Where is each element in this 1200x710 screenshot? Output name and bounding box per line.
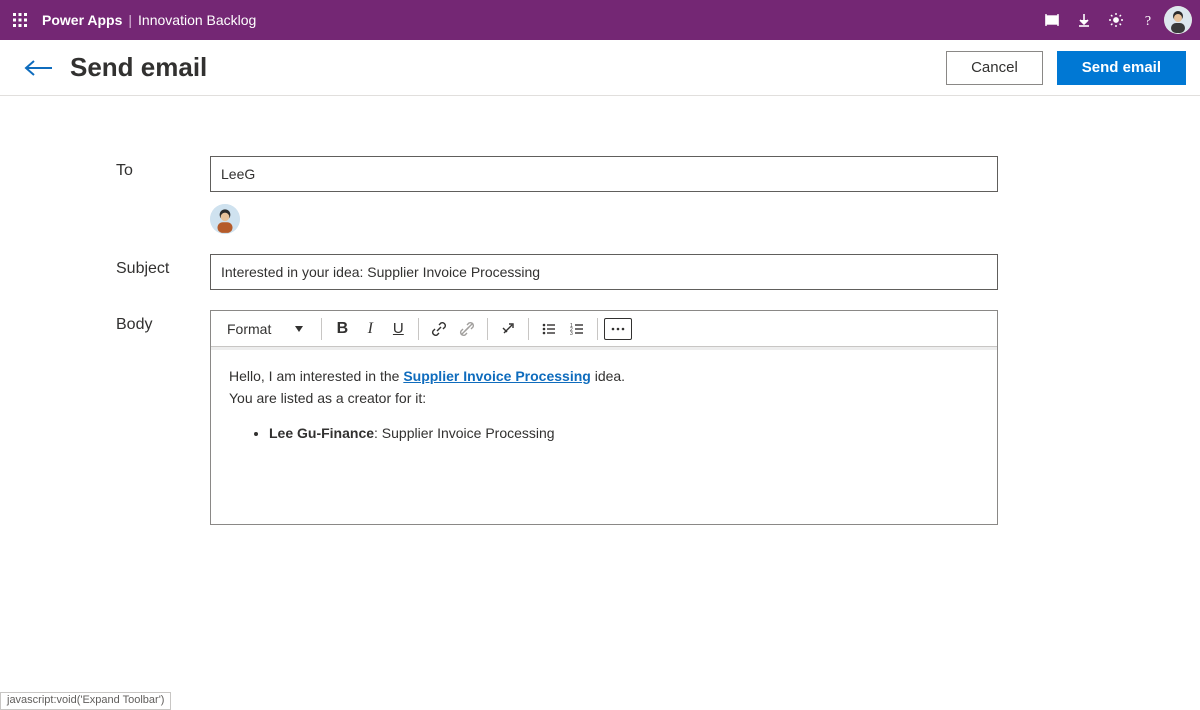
- user-avatar[interactable]: [1164, 6, 1192, 34]
- global-topbar: Power Apps | Innovation Backlog ?: [0, 0, 1200, 40]
- brand-separator: |: [128, 12, 132, 28]
- underline-icon[interactable]: U: [384, 315, 412, 343]
- gear-icon[interactable]: [1100, 4, 1132, 36]
- bulleted-list-icon[interactable]: [535, 315, 563, 343]
- download-icon[interactable]: [1068, 4, 1100, 36]
- page-header: Send email Cancel Send email: [0, 40, 1200, 96]
- body-bullet-creator: Lee Gu-Finance: [269, 425, 374, 441]
- link-icon[interactable]: [425, 315, 453, 343]
- back-arrow-icon[interactable]: [22, 51, 56, 85]
- help-icon[interactable]: ?: [1132, 4, 1164, 36]
- body-label: Body: [0, 310, 210, 334]
- to-input[interactable]: [210, 156, 998, 192]
- body-line1-post: idea.: [591, 368, 625, 384]
- recipient-chip-avatar[interactable]: [210, 204, 240, 234]
- body-bullet: Lee Gu-Finance: Supplier Invoice Process…: [269, 422, 979, 444]
- body-line1-pre: Hello, I am interested in the: [229, 368, 403, 384]
- bold-icon[interactable]: B: [328, 315, 356, 343]
- app-title[interactable]: Innovation Backlog: [138, 12, 256, 28]
- chevron-down-icon: [295, 326, 303, 332]
- rte-toolbar: Format B I U: [211, 311, 997, 347]
- body-bullet-rest: : Supplier Invoice Processing: [374, 425, 555, 441]
- send-email-button[interactable]: Send email: [1057, 51, 1186, 85]
- waffle-icon[interactable]: [8, 8, 32, 32]
- email-form: To Subject Body Format: [0, 96, 1200, 525]
- numbered-list-icon[interactable]: 123: [563, 315, 591, 343]
- more-options-icon[interactable]: [604, 318, 632, 340]
- subject-label: Subject: [0, 254, 210, 278]
- body-idea-link[interactable]: Supplier Invoice Processing: [403, 368, 591, 384]
- svg-text:3: 3: [570, 331, 573, 337]
- cancel-button[interactable]: Cancel: [946, 51, 1043, 85]
- fit-icon[interactable]: [1036, 4, 1068, 36]
- body-line2: You are listed as a creator for it:: [229, 387, 979, 409]
- page-title: Send email: [70, 52, 207, 83]
- clear-format-icon[interactable]: [494, 315, 522, 343]
- svg-text:?: ?: [1145, 14, 1151, 28]
- unlink-icon: [453, 315, 481, 343]
- subject-input[interactable]: [210, 254, 998, 290]
- to-label: To: [0, 156, 210, 180]
- rte-body[interactable]: Hello, I am interested in the Supplier I…: [211, 347, 997, 524]
- format-dropdown[interactable]: Format: [217, 321, 315, 337]
- brand-label[interactable]: Power Apps: [42, 12, 122, 28]
- format-dropdown-label: Format: [227, 321, 271, 337]
- italic-icon[interactable]: I: [356, 315, 384, 343]
- status-bar: javascript:void('Expand Toolbar'): [0, 692, 171, 710]
- rich-text-editor: Format B I U: [210, 310, 998, 525]
